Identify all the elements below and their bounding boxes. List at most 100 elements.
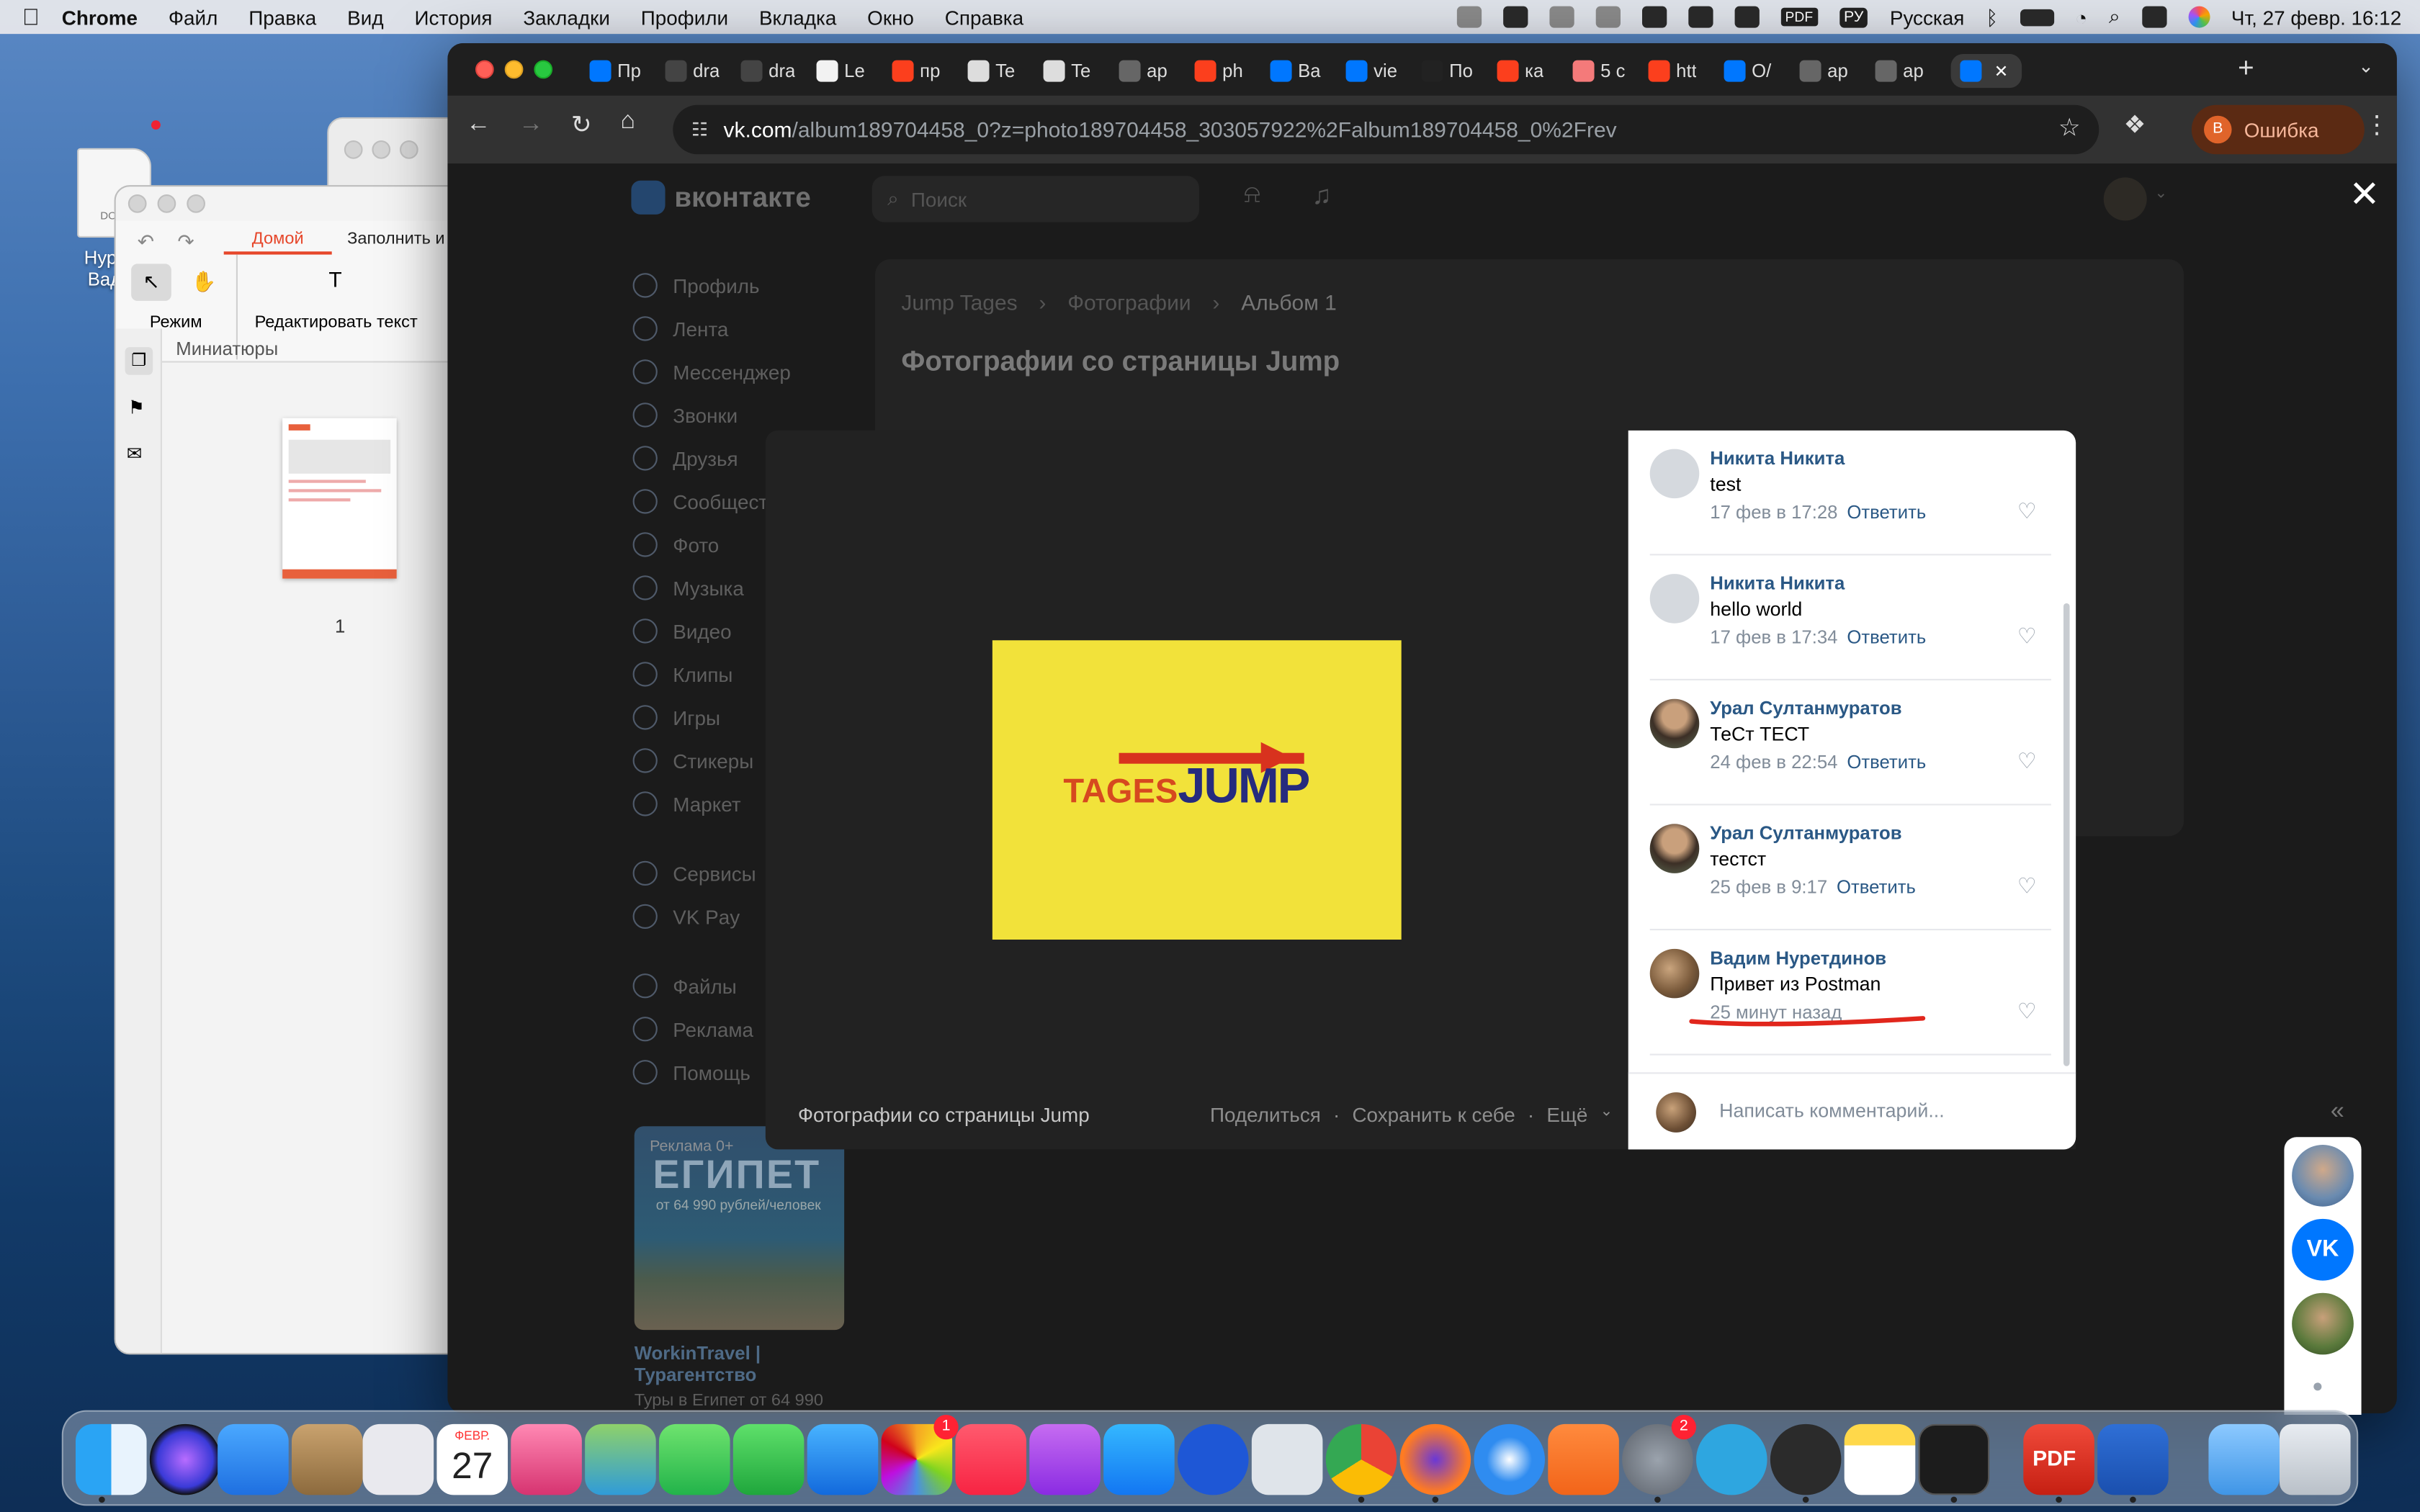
comment-input[interactable]: Написать комментарий... <box>1719 1100 1945 1122</box>
comment-avatar[interactable] <box>1649 948 1700 999</box>
xcode-icon[interactable] <box>807 1423 879 1495</box>
pdf-expert-icon[interactable]: PDF <box>2023 1423 2094 1495</box>
system-settings-icon[interactable]: 2 <box>1622 1414 1696 1495</box>
menu-view[interactable]: Вид <box>347 6 383 29</box>
menu-profiles[interactable]: Профили <box>641 6 728 29</box>
spotlight-search-icon[interactable]: ⌕ <box>2109 4 2120 29</box>
finder-icon[interactable] <box>76 1423 147 1495</box>
messages-icon[interactable] <box>659 1423 730 1495</box>
maps-icon[interactable] <box>585 1423 656 1495</box>
breadcrumb-item[interactable]: Jump Tages <box>901 290 1017 315</box>
nav-music[interactable]: Музыка <box>632 575 744 600</box>
menu-clock[interactable]: Чт, 27 февр. 16:12 <box>2231 6 2401 29</box>
chrome-close-button[interactable] <box>475 60 494 79</box>
word-icon[interactable] <box>2097 1423 2169 1495</box>
chat-avatar[interactable] <box>2292 1145 2354 1207</box>
vk-messenger-icon[interactable]: VK <box>2292 1218 2354 1281</box>
browser-tab[interactable]: Te <box>1043 54 1111 88</box>
telegram-icon[interactable] <box>1696 1423 1767 1495</box>
close-tab-icon[interactable]: ✕ <box>1994 61 2009 81</box>
nav-messenger[interactable]: Мессенджер <box>632 359 791 384</box>
photos-icon[interactable]: 1 <box>881 1414 959 1495</box>
browser-tab[interactable]: Ва <box>1270 54 1338 88</box>
reply-button[interactable]: Ответить <box>1837 876 1916 898</box>
reply-button[interactable]: Ответить <box>1847 626 1926 648</box>
like-heart-icon[interactable]: ♡ <box>2017 625 2039 647</box>
menu-window[interactable]: Окно <box>867 6 914 29</box>
share-button[interactable]: Поделиться <box>1210 1103 1321 1126</box>
nav-ads[interactable]: Реклама <box>632 1017 753 1042</box>
wifi-icon[interactable]: ◔ <box>2075 6 2087 29</box>
browser-tab[interactable]: dra <box>665 54 733 88</box>
save-button[interactable]: Сохранить к себе <box>1352 1103 1515 1126</box>
browser-tab[interactable]: dra <box>740 54 809 88</box>
nav-clips[interactable]: Клипы <box>632 662 732 687</box>
vpn-icon[interactable] <box>1502 6 1528 28</box>
like-heart-icon[interactable]: ♡ <box>2017 1000 2039 1022</box>
control-center-icon[interactable] <box>2141 6 2166 28</box>
nav-games[interactable]: Игры <box>632 705 720 730</box>
comments-icon[interactable]: ✉ <box>127 443 143 464</box>
address-bar[interactable]: ☷ vk.com /album189704458_0?z=photo189704… <box>673 104 2099 155</box>
expand-panel-icon[interactable]: « <box>2331 1099 2344 1127</box>
bookmark-star-icon[interactable]: ☆ <box>2058 112 2081 143</box>
photo[interactable]: TAGESJUMP <box>992 640 1402 940</box>
keyboard-layout[interactable]: Русская <box>1890 6 1964 29</box>
comments-scrollbar[interactable] <box>2063 603 2070 1066</box>
nav-files[interactable]: Файлы <box>632 973 737 999</box>
ad-title[interactable]: WorkinTravel | Турагентство <box>635 1342 851 1385</box>
comment-date[interactable]: 24 фев в 22:54 <box>1710 752 1837 773</box>
undo-icon[interactable]: ↶ <box>138 230 154 254</box>
chrome-zoom-button[interactable] <box>534 60 553 79</box>
creative-cloud-icon[interactable] <box>1456 6 1482 28</box>
quicktime-icon[interactable] <box>1251 1423 1323 1495</box>
nav-vkpay[interactable]: VK Pay <box>632 904 740 929</box>
browser-tab[interactable]: ap <box>1119 54 1187 88</box>
chrome-dock-icon[interactable] <box>1325 1423 1397 1495</box>
music-app-icon[interactable] <box>955 1423 1026 1495</box>
notifications-bell-icon[interactable]: ⍾ <box>1244 182 1260 210</box>
nav-stickers[interactable]: Стикеры <box>632 748 753 773</box>
page-thumbnail[interactable] <box>282 418 397 579</box>
calendar-icon[interactable]: ФЕВР. 27 <box>436 1423 508 1495</box>
back-button[interactable]: ← <box>466 111 490 139</box>
chrome-menu-icon[interactable]: ⋮ <box>2365 109 2389 140</box>
user-menu-chevron-icon[interactable]: ⌄ <box>2154 185 2167 202</box>
menu-app-name[interactable]: Chrome <box>62 6 138 29</box>
siri-icon[interactable] <box>2187 6 2210 28</box>
siri-dock-icon[interactable] <box>149 1423 221 1495</box>
facetime-icon[interactable] <box>732 1423 805 1495</box>
browser-tab[interactable]: 5 с <box>1572 54 1641 88</box>
vk-logo[interactable]: вконтакте <box>631 180 811 215</box>
mail-icon[interactable] <box>218 1423 289 1495</box>
browser-tab[interactable]: vie <box>1345 54 1414 88</box>
chrome-minimize-button[interactable] <box>504 60 524 79</box>
browser-tab[interactable]: Le <box>816 54 884 88</box>
pdf-zoom-button[interactable] <box>187 194 205 213</box>
battery-icon[interactable] <box>2020 8 2054 26</box>
chat-bubble-icon[interactable]: ● <box>2312 1374 2323 1396</box>
edit-text-button[interactable]: Редактировать текст <box>255 313 418 332</box>
comment-author[interactable]: Урал Султанмуратов <box>1710 698 1901 719</box>
launchpad-icon[interactable] <box>362 1423 434 1495</box>
tab-search-chevron-icon[interactable]: ⌄ <box>2358 55 2374 77</box>
more-button[interactable]: Ещё <box>1546 1103 1587 1126</box>
chat-avatar[interactable] <box>2292 1292 2354 1355</box>
display-icon[interactable] <box>1641 6 1667 28</box>
downloads-folder-icon[interactable] <box>2208 1423 2280 1495</box>
pen-app-icon[interactable] <box>1548 1423 1619 1495</box>
notes-icon[interactable] <box>1844 1423 1916 1495</box>
apple-menu-icon[interactable]:  <box>0 4 62 30</box>
comment-date[interactable]: 17 фев в 17:28 <box>1710 501 1837 523</box>
bottle-icon[interactable] <box>1595 6 1621 28</box>
thumbnails-icon[interactable]: ❐ <box>125 347 153 375</box>
music-icon[interactable]: ♫ <box>1312 181 1331 212</box>
menu-edit[interactable]: Правка <box>248 6 316 29</box>
bookmark-icon[interactable]: ⚑ <box>128 397 145 418</box>
comment-author[interactable]: Никита Никита <box>1710 447 1845 469</box>
airdrop-icon[interactable] <box>1688 6 1713 28</box>
edit-text-icon[interactable]: T <box>328 267 341 292</box>
terminal-icon[interactable] <box>1918 1423 1990 1495</box>
menu-tab[interactable]: Вкладка <box>759 6 836 29</box>
nav-video[interactable]: Видео <box>632 618 732 644</box>
